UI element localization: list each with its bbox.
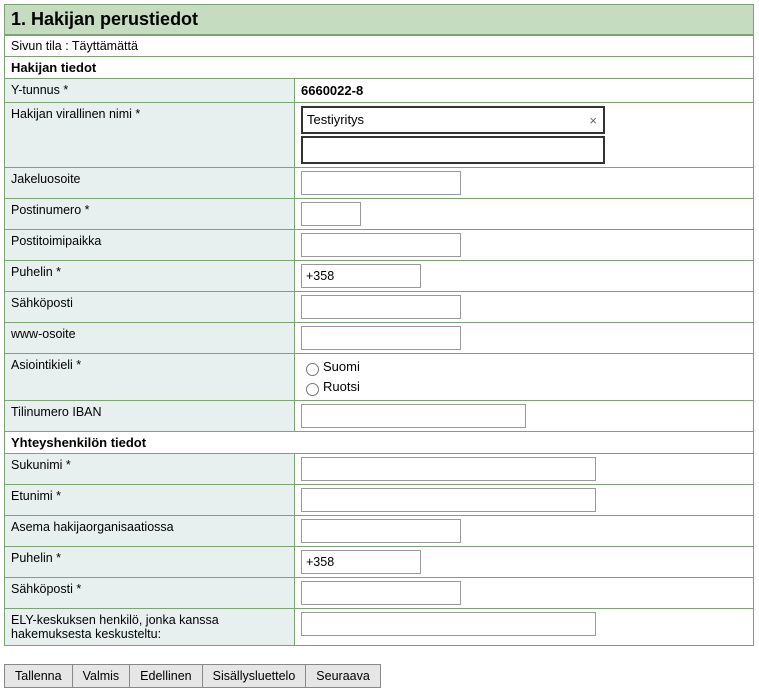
footer-toolbar: Tallenna Valmis Edellinen Sisällysluette… (4, 664, 754, 688)
postinumero-input[interactable] (301, 202, 361, 226)
ytunnus-label: Y-tunnus * (5, 79, 295, 102)
postitoimipaikka-label: Postitoimipaikka (5, 230, 295, 260)
c-sahkoposti-input[interactable] (301, 581, 461, 605)
page-status: Sivun tila : Täyttämättä (5, 36, 753, 57)
sukunimi-input[interactable] (301, 457, 596, 481)
jakeluosoite-label: Jakeluosoite (5, 168, 295, 198)
etunimi-label: Etunimi * (5, 485, 295, 515)
puhelin-input[interactable] (301, 264, 421, 288)
ytunnus-value: 6660022-8 (295, 79, 753, 102)
form-panel: Sivun tila : Täyttämättä Hakijan tiedot … (4, 35, 754, 646)
www-input[interactable] (301, 326, 461, 350)
page-title: 1. Hakijan perustiedot (4, 4, 754, 35)
tallenna-button[interactable]: Tallenna (4, 664, 73, 688)
edellinen-button[interactable]: Edellinen (130, 664, 202, 688)
ely-label: ELY-keskuksen henkilö, jonka kanssa hake… (5, 609, 295, 645)
etunimi-input[interactable] (301, 488, 596, 512)
ely-input[interactable] (301, 612, 596, 636)
asiointikieli-label: Asiointikieli * (5, 354, 295, 400)
virallinen-nimi-input[interactable]: Testiyritys × (301, 106, 605, 134)
c-sahkoposti-label: Sähköposti * (5, 578, 295, 608)
status-label: Sivun tila : (11, 39, 72, 53)
section-applicant-info: Hakijan tiedot (5, 57, 753, 79)
lang-suomi-label: Suomi (323, 359, 360, 374)
sisallysluettelo-button[interactable]: Sisällysluettelo (203, 664, 307, 688)
sahkoposti-input[interactable] (301, 295, 461, 319)
asema-label: Asema hakijaorganisaatiossa (5, 516, 295, 546)
lang-suomi-radio[interactable] (306, 363, 319, 376)
tilinumero-input[interactable] (301, 404, 526, 428)
virallinen-nimi-text: Testiyritys (307, 112, 364, 127)
sahkoposti-label: Sähköposti (5, 292, 295, 322)
tilinumero-label: Tilinumero IBAN (5, 401, 295, 431)
valmis-button[interactable]: Valmis (73, 664, 131, 688)
c-puhelin-label: Puhelin * (5, 547, 295, 577)
www-label: www-osoite (5, 323, 295, 353)
lang-ruotsi-option[interactable]: Ruotsi (301, 377, 747, 397)
lang-suomi-option[interactable]: Suomi (301, 357, 747, 377)
section-contact-person: Yhteyshenkilön tiedot (5, 432, 753, 454)
asema-input[interactable] (301, 519, 461, 543)
virallinen-nimi-label: Hakijan virallinen nimi * (5, 103, 295, 167)
status-value: Täyttämättä (72, 39, 138, 53)
lang-ruotsi-label: Ruotsi (323, 379, 360, 394)
puhelin-label: Puhelin * (5, 261, 295, 291)
seuraava-button[interactable]: Seuraava (306, 664, 381, 688)
c-puhelin-input[interactable] (301, 550, 421, 574)
postinumero-label: Postinumero * (5, 199, 295, 229)
lang-ruotsi-radio[interactable] (306, 383, 319, 396)
postitoimipaikka-input[interactable] (301, 233, 461, 257)
sukunimi-label: Sukunimi * (5, 454, 295, 484)
clear-name-icon[interactable]: × (589, 112, 597, 130)
jakeluosoite-input[interactable] (301, 171, 461, 195)
virallinen-nimi-input-2[interactable] (301, 136, 605, 164)
